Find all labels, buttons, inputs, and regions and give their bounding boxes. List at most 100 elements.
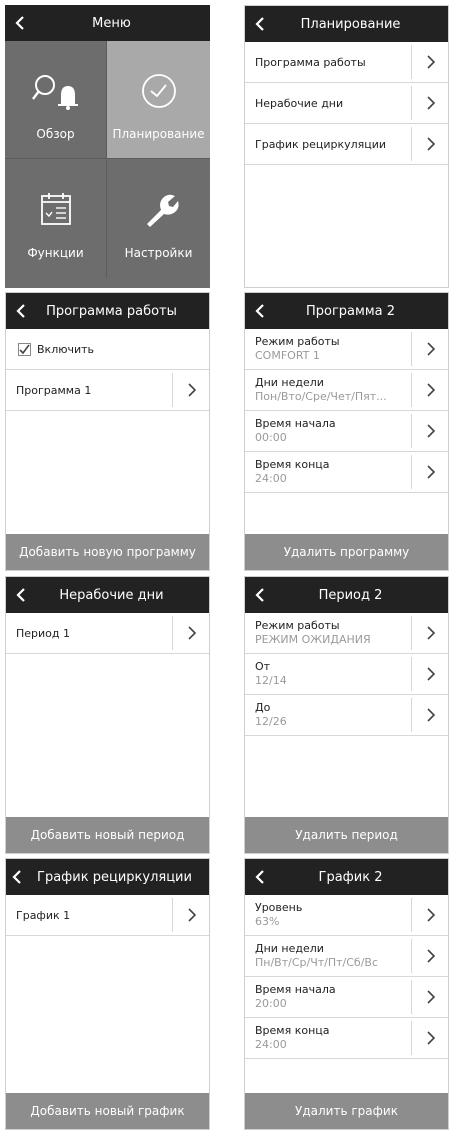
add-schedule-button[interactable]: Добавить новый график [6, 1093, 209, 1129]
enable-checkbox[interactable] [18, 343, 31, 356]
setting-to[interactable]: До 12/26 [245, 695, 448, 736]
setting-from[interactable]: От 12/14 [245, 654, 448, 695]
divider [172, 373, 173, 407]
tile-planning[interactable]: Планирование [107, 41, 210, 159]
menu-screen: Меню Обзор Планирование Функции Настройк… [5, 5, 210, 288]
chevron-right-icon[interactable] [424, 382, 438, 398]
chevron-right-icon[interactable] [185, 907, 199, 923]
menu-header: Меню [5, 5, 210, 41]
item-label: График рециркуляции [255, 138, 387, 151]
page-title: Программа работы [46, 303, 177, 319]
setting-mode[interactable]: Режим работы РЕЖИМ ОЖИДАНИЯ [245, 613, 448, 654]
checkmark-icon [19, 344, 30, 355]
setting-level[interactable]: Уровень 63% [245, 895, 448, 936]
work-program-screen: Программа работы Включить Программа 1 До… [5, 292, 210, 571]
period2-screen: Период 2 Режим работы РЕЖИМ ОЖИДАНИЯ От … [244, 576, 449, 854]
program2-header: Программа 2 [245, 293, 448, 329]
setting-label: Время конца [255, 458, 330, 471]
setting-label: Время начала [255, 983, 336, 996]
setting-end-time[interactable]: Время конца 24:00 [245, 452, 448, 493]
setting-label: Дни недели [255, 376, 324, 389]
item-label: Программа работы [255, 56, 366, 69]
menu-item-work-program[interactable]: Программа работы [245, 42, 448, 83]
chevron-right-icon[interactable] [424, 989, 438, 1005]
holidays-screen: Нерабочие дни Период 1 Добавить новый пе… [5, 576, 210, 854]
page-title: График рециркуляции [37, 869, 192, 885]
add-period-button[interactable]: Добавить новый период [6, 817, 209, 853]
divider [411, 657, 412, 691]
setting-value: 12/26 [255, 715, 287, 728]
divider [172, 616, 173, 650]
enable-checkbox-row[interactable]: Включить [6, 329, 209, 370]
schedule-item[interactable]: График 1 [6, 895, 209, 936]
delete-period-button[interactable]: Удалить период [245, 817, 448, 853]
chevron-right-icon[interactable] [185, 382, 199, 398]
schedule2-header: График 2 [245, 859, 448, 895]
setting-value: 20:00 [255, 997, 287, 1010]
menu-item-recirculation[interactable]: График рециркуляции [245, 124, 448, 165]
tile-label: Настройки [124, 246, 193, 260]
setting-mode[interactable]: Режим работы COMFORT 1 [245, 329, 448, 370]
setting-label: Время начала [255, 417, 336, 430]
page-title: Нерабочие дни [59, 587, 164, 603]
setting-label: Режим работы [255, 335, 340, 348]
page-title: Период 2 [318, 587, 383, 603]
period2-header: Период 2 [245, 577, 448, 613]
chevron-right-icon[interactable] [424, 666, 438, 682]
tile-settings[interactable]: Настройки [107, 160, 210, 278]
chevron-right-icon[interactable] [424, 464, 438, 480]
add-program-button[interactable]: Добавить новую программу [6, 534, 209, 570]
chevron-right-icon[interactable] [424, 707, 438, 723]
back-arrow-icon[interactable] [12, 586, 30, 604]
tile-overview[interactable]: Обзор [5, 41, 107, 159]
setting-end-time[interactable]: Время конца 24:00 [245, 1018, 448, 1059]
chevron-right-icon[interactable] [424, 136, 438, 152]
chevron-right-icon[interactable] [424, 907, 438, 923]
setting-weekdays[interactable]: Дни недели Пн/Вт/Ср/Чт/Пт/Сб/Вс [245, 936, 448, 977]
back-arrow-icon[interactable] [251, 302, 269, 320]
back-arrow-icon[interactable] [11, 14, 29, 32]
divider [411, 939, 412, 973]
back-arrow-icon[interactable] [12, 302, 30, 320]
chevron-right-icon[interactable] [424, 948, 438, 964]
setting-label: Дни недели [255, 942, 324, 955]
chevron-right-icon[interactable] [424, 423, 438, 439]
enable-label: Включить [37, 343, 95, 356]
setting-label: От [255, 660, 271, 673]
program-item[interactable]: Программа 1 [6, 370, 209, 411]
wrench-icon [107, 190, 210, 230]
tile-label: Планирование [112, 127, 205, 141]
divider [411, 45, 412, 79]
setting-value: 12/14 [255, 674, 287, 687]
divider [411, 698, 412, 732]
period-item[interactable]: Период 1 [6, 613, 209, 654]
setting-label: Уровень [255, 901, 303, 914]
tile-functions[interactable]: Функции [5, 160, 107, 278]
chevron-right-icon[interactable] [424, 95, 438, 111]
program2-screen: Программа 2 Режим работы COMFORT 1 Дни н… [244, 292, 449, 571]
setting-start-time[interactable]: Время начала 00:00 [245, 411, 448, 452]
back-arrow-icon[interactable] [251, 868, 269, 886]
back-arrow-icon[interactable] [8, 868, 26, 886]
setting-start-time[interactable]: Время начала 20:00 [245, 977, 448, 1018]
divider [411, 616, 412, 650]
chevron-right-icon[interactable] [424, 54, 438, 70]
chevron-right-icon[interactable] [185, 625, 199, 641]
delete-schedule-button[interactable]: Удалить график [245, 1093, 448, 1129]
setting-value: COMFORT 1 [255, 349, 320, 362]
holidays-header: Нерабочие дни [6, 577, 209, 613]
back-arrow-icon[interactable] [251, 15, 269, 33]
menu-item-holidays[interactable]: Нерабочие дни [245, 83, 448, 124]
delete-program-button[interactable]: Удалить программу [245, 534, 448, 570]
divider [411, 1021, 412, 1055]
back-arrow-icon[interactable] [251, 586, 269, 604]
chevron-right-icon[interactable] [424, 625, 438, 641]
setting-value: 00:00 [255, 431, 287, 444]
divider [411, 898, 412, 932]
chevron-right-icon[interactable] [424, 341, 438, 357]
chevron-right-icon[interactable] [424, 1030, 438, 1046]
divider [411, 373, 412, 407]
page-title: График 2 [318, 869, 383, 885]
setting-label: До [255, 701, 271, 714]
setting-weekdays[interactable]: Дни недели Пон/Вто/Сре/Чет/Пят... [245, 370, 448, 411]
